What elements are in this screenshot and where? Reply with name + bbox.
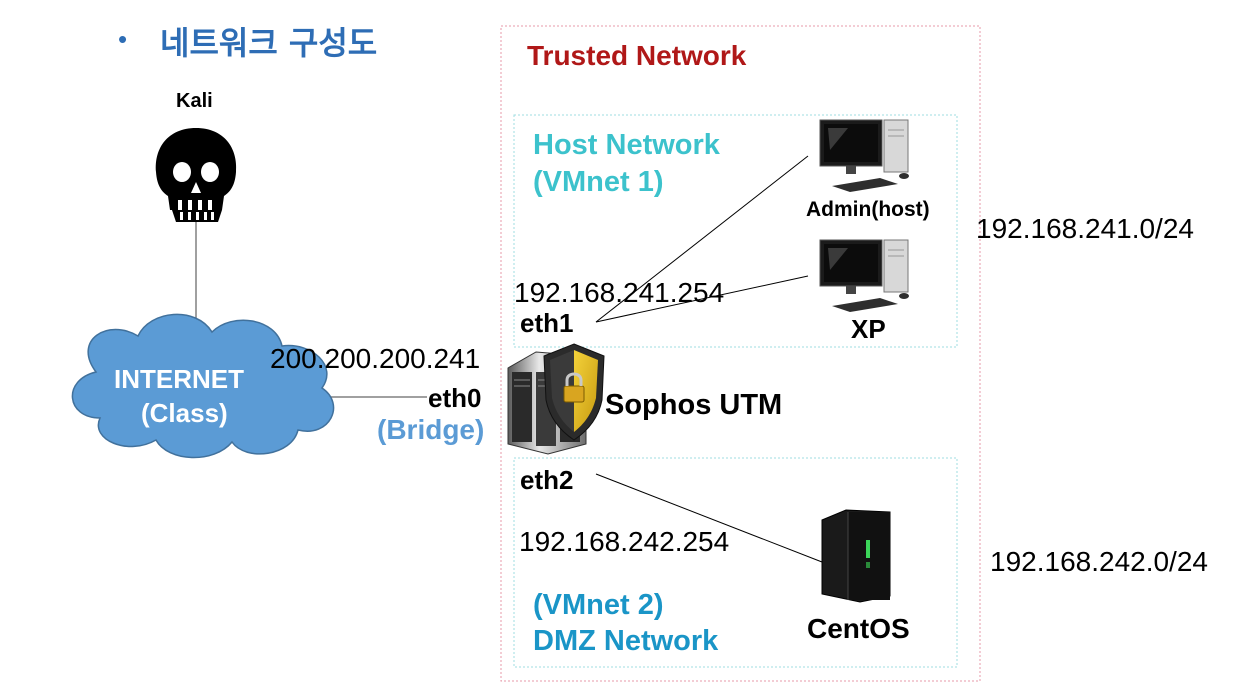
page-title: 네트워크 구성도 (160, 24, 378, 62)
internet-label: INTERNET (114, 364, 244, 394)
centos-server-icon (821, 509, 891, 603)
admin-host-label: Admin(host) (806, 198, 930, 221)
eth0-ip: 200.200.200.241 (270, 343, 481, 374)
title-bullet: • (118, 24, 128, 54)
eth2-label: eth2 (520, 465, 574, 495)
eth1-label: eth1 (520, 308, 574, 338)
eth1-ip: 192.168.241.254 (514, 277, 725, 308)
eth0-bridge-mode: (Bridge) (377, 414, 485, 445)
utm-server-icon (507, 343, 605, 455)
host-network-label: Host Network (533, 129, 720, 161)
centos-label: CentOS (807, 613, 910, 644)
sophos-utm-label: Sophos UTM (605, 389, 783, 421)
eth2-ip: 192.168.242.254 (519, 526, 730, 557)
eth0-label: eth0 (428, 383, 482, 413)
xp-label: XP (851, 314, 886, 344)
dmz-vmnet: (VMnet 2) (533, 589, 664, 621)
trusted-network-label: Trusted Network (527, 40, 747, 71)
dmz-subnet: 192.168.242.0/24 (990, 546, 1208, 577)
admin-pc-icon (819, 119, 909, 192)
skull-icon (155, 128, 237, 222)
host-subnet: 192.168.241.0/24 (976, 213, 1194, 244)
host-network-vmnet: (VMnet 1) (533, 166, 664, 198)
dmz-network-label: DMZ Network (533, 625, 719, 657)
xp-pc-icon (819, 239, 909, 312)
internet-sublabel: (Class) (141, 398, 228, 428)
kali-label: Kali (176, 90, 213, 112)
